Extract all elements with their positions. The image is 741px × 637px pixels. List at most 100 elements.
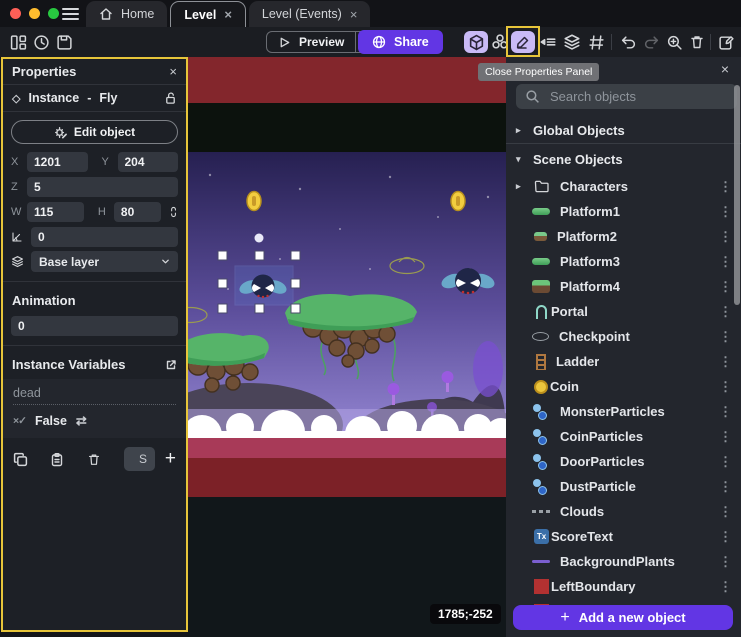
z-position-input[interactable] [27,177,178,197]
close-properties-icon[interactable]: × [169,64,177,79]
object-row-backgroundplants[interactable]: BackgroundPlants⋮ [506,549,741,574]
object-menu-button[interactable]: ⋮ [719,329,732,345]
delete-icon[interactable] [685,31,709,53]
tab-level-events-[interactable]: Level (Events)× [249,1,371,27]
angle-input[interactable] [31,227,178,247]
variable-row[interactable]: dead ×✓ False ⇄ [3,379,186,438]
object-menu-button[interactable]: ⋮ [719,554,732,570]
object-name: MonsterParticles [560,404,665,419]
object-menu-button[interactable]: ⋮ [719,229,732,245]
object-row-clouds[interactable]: Clouds⋮ [506,499,741,524]
edit-properties-icon[interactable] [511,31,535,53]
object-row-platform3[interactable]: Platform3⋮ [506,249,741,274]
open-variables-icon[interactable] [165,359,177,371]
object-menu-button[interactable]: ⋮ [719,404,732,420]
section-scene-objects[interactable]: ▾ Scene Objects [506,147,741,172]
close-window-button[interactable] [10,8,21,19]
x-position-input[interactable] [27,152,88,172]
object-menu-button[interactable]: ⋮ [719,179,732,195]
scene-notes-icon[interactable] [714,31,738,53]
object-menu-button[interactable]: ⋮ [719,279,732,295]
objects-scrollbar[interactable] [734,85,740,305]
zoom-in-icon[interactable] [662,31,686,53]
close-tab-icon[interactable]: × [224,8,232,21]
cursor-coordinates-badge: 1785;-252 [430,604,501,624]
object-menu-button[interactable]: ⋮ [719,579,732,595]
trash-icon[interactable] [87,452,104,467]
close-tab-icon[interactable]: × [350,8,358,21]
add-object-button[interactable]: + Add a new object [513,605,733,630]
object-row-doorparticles[interactable]: DoorParticles⋮ [506,449,741,474]
instances-list-icon[interactable] [536,31,560,53]
object-menu-button[interactable]: ⋮ [719,429,732,445]
object-row-checkpoint[interactable]: Checkpoint⋮ [506,324,741,349]
object-row-dustparticle[interactable]: DustParticle⋮ [506,474,741,499]
object-menu-button[interactable]: ⋮ [719,304,732,320]
object-menu-button[interactable]: ⋮ [719,479,732,495]
add-variable-button[interactable]: + [165,448,176,470]
properties-panel-title: Properties [12,64,76,79]
minimize-window-button[interactable] [29,8,40,19]
zoom-window-button[interactable] [48,8,59,19]
copy-icon[interactable] [13,452,30,467]
object-menu-button[interactable]: ⋮ [719,354,732,370]
scene-canvas[interactable]: 1785;-252 [188,57,506,637]
toggle-value-icon[interactable]: ⇄ [76,413,87,429]
close-objects-icon[interactable]: × [721,61,729,77]
object-row-characters[interactable]: ▸Characters⋮ [506,174,741,199]
y-position-input[interactable] [118,152,179,172]
height-input[interactable] [114,202,161,222]
object-row-ladder[interactable]: Ladder⋮ [506,349,741,374]
history-icon[interactable] [29,31,53,53]
object-row-leftboundary[interactable]: LeftBoundary⋮ [506,574,741,599]
object-menu-button[interactable]: ⋮ [719,504,732,520]
object-row-monsterparticles[interactable]: MonsterParticles ⋮ [506,399,741,424]
object-row-scoretext[interactable]: ScoreText⋮ [506,524,741,549]
variables-search-input[interactable] [137,451,159,467]
undo-icon[interactable] [616,31,640,53]
tab-level[interactable]: Level× [170,1,246,27]
object-row-portal[interactable]: Portal⋮ [506,299,741,324]
unlock-icon[interactable] [164,91,177,105]
object-menu-button[interactable]: ⋮ [719,529,732,545]
objects-search-box[interactable] [516,84,737,109]
object-menu-button[interactable]: ⋮ [719,379,732,395]
tab-home[interactable]: Home [86,1,167,27]
object-menu-button[interactable]: ⋮ [719,254,732,270]
edit-object-button[interactable]: Edit object [11,120,178,144]
grid-icon[interactable] [584,31,608,53]
coin-sprite[interactable] [451,192,465,211]
caret-right-icon[interactable]: ▸ [516,181,526,192]
layer-select[interactable]: Base layer [31,251,178,272]
width-input[interactable] [27,202,84,222]
variables-search-box[interactable] [124,447,155,471]
coin-sprite[interactable] [247,192,261,211]
layers-icon[interactable] [560,31,584,53]
share-button[interactable]: Share [358,30,443,54]
redo-icon[interactable] [639,31,663,53]
objects-search-input[interactable] [548,88,728,105]
object-row-platform4[interactable]: Platform4⋮ [506,274,741,299]
main-menu-icon[interactable] [62,8,79,20]
object-menu-button[interactable]: ⋮ [719,454,732,470]
toggle-panels-icon[interactable] [6,31,30,53]
object-row-platform2[interactable]: Platform2 ⋮ [506,224,741,249]
object-row-platform1[interactable]: Platform1 ⋮ [506,199,741,224]
object-groups-icon[interactable] [488,31,512,53]
object-row-coinparticles[interactable]: CoinParticles⋮ [506,424,741,449]
variable-value[interactable]: False [35,414,67,428]
object-menu-button[interactable]: ⋮ [719,204,732,220]
object-name: Platform1 [560,204,620,219]
3d-view-icon[interactable] [464,31,488,53]
save-icon[interactable] [52,31,76,53]
preview-button[interactable]: Preview [267,35,355,49]
object-row-coin[interactable]: Coin⋮ [506,374,741,399]
globe-icon [372,35,386,49]
variable-name[interactable]: dead [13,386,176,405]
animation-input[interactable] [11,316,178,336]
section-global-objects[interactable]: ▸ Global Objects [506,118,741,144]
object-name: Platform2 [557,229,617,244]
paste-icon[interactable] [50,452,67,467]
lock-aspect-ratio-icon[interactable] [169,205,178,219]
platform-c-icon [532,280,550,293]
